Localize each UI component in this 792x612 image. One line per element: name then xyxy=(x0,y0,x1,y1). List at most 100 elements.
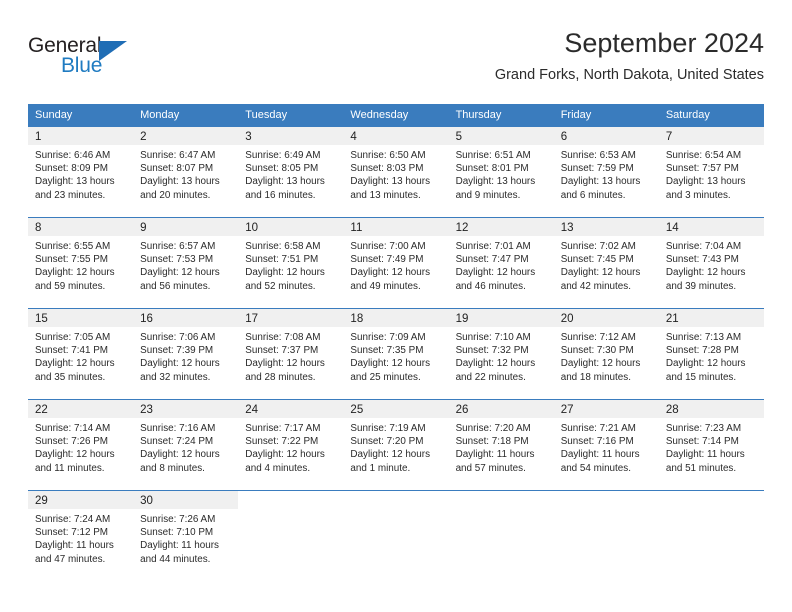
day-number xyxy=(449,491,554,509)
day-cell[interactable]: 22 Sunrise: 7:14 AM Sunset: 7:26 PM Dayligh… xyxy=(28,399,134,491)
day-cell[interactable]: 12 Sunrise: 7:01 AM Sunset: 7:47 PM Dayligh… xyxy=(448,217,554,309)
day-cell[interactable]: 2 Sunrise: 6:47 AM Sunset: 8:07 PM Daylight… xyxy=(133,127,239,218)
weekday-header-tuesday: Tuesday xyxy=(238,104,344,127)
sunset-text: Sunset: 7:18 PM xyxy=(455,436,529,448)
weekday-header-friday: Friday xyxy=(553,104,659,127)
day-cell[interactable]: 1 Sunrise: 6:46 AM Sunset: 8:09 PM Daylight… xyxy=(28,127,134,218)
day-cell[interactable]: 15 Sunrise: 7:05 AM Sunset: 7:41 PM Dayligh… xyxy=(28,308,134,400)
general-blue-logo[interactable]: General Blue xyxy=(28,34,158,84)
sunset-text: Sunset: 7:57 PM xyxy=(665,163,739,175)
calendar-body: 1 Sunrise: 6:46 AM Sunset: 8:09 PM Daylight… xyxy=(28,127,764,581)
daylight-text-line1: Daylight: 13 hours xyxy=(665,176,746,188)
sunset-text: Sunset: 7:10 PM xyxy=(140,527,214,539)
day-info: Sunrise: 7:06 AM Sunset: 7:39 PM Daylight:… xyxy=(133,327,238,384)
daylight-text-line2: and 59 minutes. xyxy=(35,280,106,292)
day-info: Sunrise: 7:16 AM Sunset: 7:24 PM Daylight:… xyxy=(133,418,238,475)
day-cell[interactable]: 29 Sunrise: 7:24 AM Sunset: 7:12 PM Dayligh… xyxy=(28,490,134,581)
day-cell[interactable]: 14 Sunrise: 7:04 AM Sunset: 7:43 PM Dayligh… xyxy=(658,217,764,309)
sunrise-text: Sunrise: 6:49 AM xyxy=(245,150,321,161)
sunset-text: Sunset: 7:51 PM xyxy=(245,254,319,266)
sunset-text: Sunset: 7:59 PM xyxy=(560,163,634,175)
daylight-text-line1: Daylight: 12 hours xyxy=(35,358,115,370)
day-cell[interactable]: 10 Sunrise: 6:58 AM Sunset: 7:51 PM Dayligh… xyxy=(238,217,344,309)
day-number: 1 xyxy=(28,127,134,145)
day-number: 21 xyxy=(658,309,764,327)
daylight-text-line1: Daylight: 11 hours xyxy=(665,449,745,461)
daylight-text-line1: Daylight: 13 hours xyxy=(140,176,220,188)
day-cell-empty xyxy=(343,490,449,581)
sunrise-text: Sunrise: 6:47 AM xyxy=(140,150,216,161)
daylight-text-line2: and 13 minutes. xyxy=(350,189,421,201)
day-cell[interactable]: 4 Sunrise: 6:50 AM Sunset: 8:03 PM Daylight… xyxy=(343,127,449,218)
daylight-text-line2: and 49 minutes. xyxy=(350,280,421,292)
sunset-text: Sunset: 7:43 PM xyxy=(665,254,739,266)
sunset-text: Sunset: 8:03 PM xyxy=(350,163,424,175)
day-cell[interactable]: 28 Sunrise: 7:23 AM Sunset: 7:14 PM Dayligh… xyxy=(658,399,764,491)
day-number xyxy=(238,491,343,509)
day-cell[interactable]: 9 Sunrise: 6:57 AM Sunset: 7:53 PM Daylight… xyxy=(133,217,239,309)
sunset-text: Sunset: 8:09 PM xyxy=(35,163,109,175)
day-cell[interactable]: 19 Sunrise: 7:10 AM Sunset: 7:32 PM Dayligh… xyxy=(448,308,554,400)
daylight-text-line1: Daylight: 12 hours xyxy=(140,267,220,279)
day-cell[interactable]: 17 Sunrise: 7:08 AM Sunset: 7:37 PM Dayligh… xyxy=(238,308,344,400)
daylight-text-line1: Daylight: 12 hours xyxy=(665,358,746,370)
day-cell[interactable]: 20 Sunrise: 7:12 AM Sunset: 7:30 PM Dayligh… xyxy=(553,308,659,400)
day-number: 13 xyxy=(553,218,659,236)
day-cell[interactable]: 30 Sunrise: 7:26 AM Sunset: 7:10 PM Dayligh… xyxy=(133,490,239,581)
day-cell[interactable]: 13 Sunrise: 7:02 AM Sunset: 7:45 PM Dayligh… xyxy=(553,217,659,309)
day-number: 7 xyxy=(658,127,764,145)
day-cell[interactable]: 5 Sunrise: 6:51 AM Sunset: 8:01 PM Daylight… xyxy=(448,127,554,218)
day-info: Sunrise: 7:04 AM Sunset: 7:43 PM Daylight:… xyxy=(659,236,764,293)
daylight-text-line1: Daylight: 12 hours xyxy=(245,267,325,279)
daylight-text-line2: and 25 minutes. xyxy=(350,371,421,383)
day-info: Sunrise: 6:55 AM Sunset: 7:55 PM Daylight:… xyxy=(28,236,133,293)
day-cell[interactable]: 16 Sunrise: 7:06 AM Sunset: 7:39 PM Dayligh… xyxy=(133,308,239,400)
day-cell[interactable]: 21 Sunrise: 7:13 AM Sunset: 7:28 PM Dayligh… xyxy=(658,308,764,400)
day-cell[interactable]: 18 Sunrise: 7:09 AM Sunset: 7:35 PM Dayligh… xyxy=(343,308,449,400)
daylight-text-line2: and 44 minutes. xyxy=(140,553,211,565)
day-number xyxy=(343,491,448,509)
day-cell[interactable]: 11 Sunrise: 7:00 AM Sunset: 7:49 PM Dayligh… xyxy=(343,217,449,309)
day-cell[interactable]: 8 Sunrise: 6:55 AM Sunset: 7:55 PM Daylight… xyxy=(28,217,134,309)
day-cell-empty xyxy=(553,490,659,581)
sunset-text: Sunset: 7:30 PM xyxy=(560,345,634,357)
day-cell[interactable]: 25 Sunrise: 7:19 AM Sunset: 7:20 PM Dayligh… xyxy=(343,399,449,491)
day-number xyxy=(554,491,659,509)
daylight-text-line1: Daylight: 11 hours xyxy=(140,540,219,552)
sunset-text: Sunset: 7:12 PM xyxy=(35,527,109,539)
weekday-header-monday: Monday xyxy=(133,104,239,127)
day-number: 3 xyxy=(238,127,344,145)
day-number: 6 xyxy=(553,127,659,145)
day-info: Sunrise: 7:17 AM Sunset: 7:22 PM Daylight:… xyxy=(238,418,343,475)
sunset-text: Sunset: 7:39 PM xyxy=(140,345,214,357)
day-info: Sunrise: 6:51 AM Sunset: 8:01 PM Daylight:… xyxy=(449,145,554,202)
day-number: 20 xyxy=(553,309,659,327)
day-number: 19 xyxy=(448,309,554,327)
day-cell[interactable]: 6 Sunrise: 6:53 AM Sunset: 7:59 PM Daylight… xyxy=(553,127,659,218)
day-cell[interactable]: 3 Sunrise: 6:49 AM Sunset: 8:05 PM Daylight… xyxy=(238,127,344,218)
day-info: Sunrise: 6:58 AM Sunset: 7:51 PM Daylight:… xyxy=(238,236,343,293)
daylight-text-line2: and 9 minutes. xyxy=(455,189,521,201)
daylight-text-line2: and 56 minutes. xyxy=(140,280,211,292)
daylight-text-line1: Daylight: 13 hours xyxy=(35,176,115,188)
logo-word-blue: Blue xyxy=(61,54,103,77)
day-cell[interactable]: 7 Sunrise: 6:54 AM Sunset: 7:57 PM Daylight… xyxy=(658,127,764,218)
logo-triangle-icon xyxy=(99,41,127,61)
day-number: 12 xyxy=(448,218,554,236)
daylight-text-line1: Daylight: 12 hours xyxy=(35,267,115,279)
day-number: 29 xyxy=(28,491,134,509)
day-info: Sunrise: 7:14 AM Sunset: 7:26 PM Daylight:… xyxy=(28,418,133,475)
day-number: 8 xyxy=(28,218,134,236)
day-number: 26 xyxy=(448,400,554,418)
day-number: 27 xyxy=(553,400,659,418)
day-cell[interactable]: 27 Sunrise: 7:21 AM Sunset: 7:16 PM Dayligh… xyxy=(553,399,659,491)
daylight-text-line2: and 46 minutes. xyxy=(455,280,526,292)
weekday-header-row: Sunday Monday Tuesday Wednesday Thursday… xyxy=(28,104,764,127)
day-cell-empty xyxy=(658,490,764,581)
day-cell[interactable]: 23 Sunrise: 7:16 AM Sunset: 7:24 PM Dayligh… xyxy=(133,399,239,491)
page-header: General Blue September 2024 Grand Forks,… xyxy=(28,26,764,98)
day-cell[interactable]: 24 Sunrise: 7:17 AM Sunset: 7:22 PM Dayligh… xyxy=(238,399,344,491)
day-cell[interactable]: 26 Sunrise: 7:20 AM Sunset: 7:18 PM Dayligh… xyxy=(448,399,554,491)
daylight-text-line2: and 32 minutes. xyxy=(140,371,211,383)
sunrise-text: Sunrise: 7:16 AM xyxy=(140,423,216,434)
